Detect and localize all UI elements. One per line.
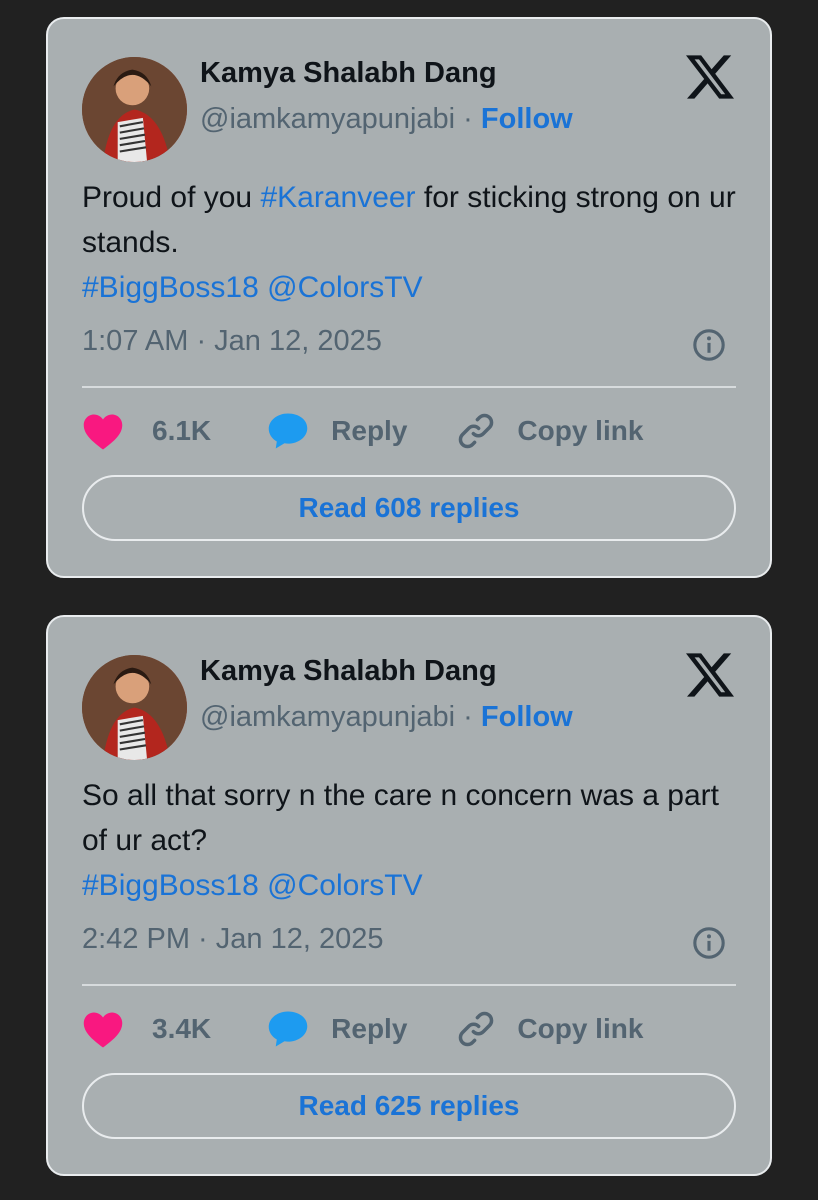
copy-link-button[interactable]: Copy link bbox=[407, 1008, 643, 1050]
reply-label: Reply bbox=[331, 1013, 408, 1044]
tweet-card: Kamya Shalabh Dang @iamkamyapunjabi · Fo… bbox=[46, 17, 772, 578]
like-count: 6.1K bbox=[152, 415, 212, 446]
link-icon bbox=[459, 413, 494, 449]
hashtag-link[interactable]: #BiggBoss18 bbox=[82, 271, 259, 304]
x-logo-icon[interactable] bbox=[686, 53, 734, 101]
x-logo-icon[interactable] bbox=[686, 651, 734, 699]
hashtag-link[interactable]: #Karanveer bbox=[260, 181, 415, 214]
author-handle[interactable]: @iamkamyapunjabi bbox=[200, 701, 455, 733]
like-button[interactable]: 6.1K bbox=[82, 411, 211, 451]
timestamp[interactable]: 2:42 PM · Jan 12, 2025 bbox=[82, 923, 383, 956]
follow-button[interactable]: Follow bbox=[481, 701, 573, 733]
divider bbox=[82, 984, 736, 986]
heart-icon bbox=[83, 1012, 123, 1048]
info-icon[interactable] bbox=[692, 926, 726, 960]
mention-link[interactable]: @ColorsTV bbox=[267, 869, 422, 902]
hashtag-link[interactable]: #BiggBoss18 bbox=[82, 869, 259, 902]
copy-link-button[interactable]: Copy link bbox=[407, 410, 643, 452]
speech-bubble-icon bbox=[268, 1011, 308, 1047]
action-bar: 6.1K Reply Copy link bbox=[82, 409, 643, 453]
copy-link-label: Copy link bbox=[517, 1013, 644, 1044]
tweet-text-part: So all that sorry n the care n concern w… bbox=[82, 779, 719, 857]
reply-button[interactable]: Reply bbox=[211, 1009, 407, 1049]
avatar[interactable] bbox=[82, 655, 187, 760]
tweet-card: Kamya Shalabh Dang @iamkamyapunjabi · Fo… bbox=[46, 615, 772, 1176]
reply-button[interactable]: Reply bbox=[211, 411, 407, 451]
like-count: 3.4K bbox=[152, 1013, 212, 1044]
avatar[interactable] bbox=[82, 57, 187, 162]
reply-label: Reply bbox=[331, 415, 408, 446]
tweet-text-part: Proud of you bbox=[82, 181, 261, 214]
author-handle-row: @iamkamyapunjabi · Follow bbox=[200, 103, 573, 136]
tweet-text: So all that sorry n the care n concern w… bbox=[82, 773, 742, 908]
follow-button[interactable]: Follow bbox=[481, 103, 573, 135]
info-icon[interactable] bbox=[692, 328, 726, 362]
author-handle-row: @iamkamyapunjabi · Follow bbox=[200, 701, 573, 734]
author-name[interactable]: Kamya Shalabh Dang bbox=[200, 655, 497, 688]
copy-link-label: Copy link bbox=[517, 415, 644, 446]
like-button[interactable]: 3.4K bbox=[82, 1009, 211, 1049]
read-replies-button[interactable]: Read 625 replies bbox=[82, 1073, 736, 1139]
read-replies-button[interactable]: Read 608 replies bbox=[82, 475, 736, 541]
action-bar: 3.4K Reply Copy link bbox=[82, 1007, 643, 1051]
speech-bubble-icon bbox=[268, 413, 308, 449]
link-icon bbox=[459, 1011, 494, 1047]
mention-link[interactable]: @ColorsTV bbox=[267, 271, 422, 304]
author-handle[interactable]: @iamkamyapunjabi bbox=[200, 103, 455, 135]
tweet-text: Proud of you #Karanveer for sticking str… bbox=[82, 175, 742, 310]
separator: · bbox=[463, 701, 473, 733]
divider bbox=[82, 386, 736, 388]
separator: · bbox=[463, 103, 473, 135]
timestamp[interactable]: 1:07 AM · Jan 12, 2025 bbox=[82, 325, 382, 358]
author-name[interactable]: Kamya Shalabh Dang bbox=[200, 57, 497, 90]
heart-icon bbox=[83, 414, 123, 450]
